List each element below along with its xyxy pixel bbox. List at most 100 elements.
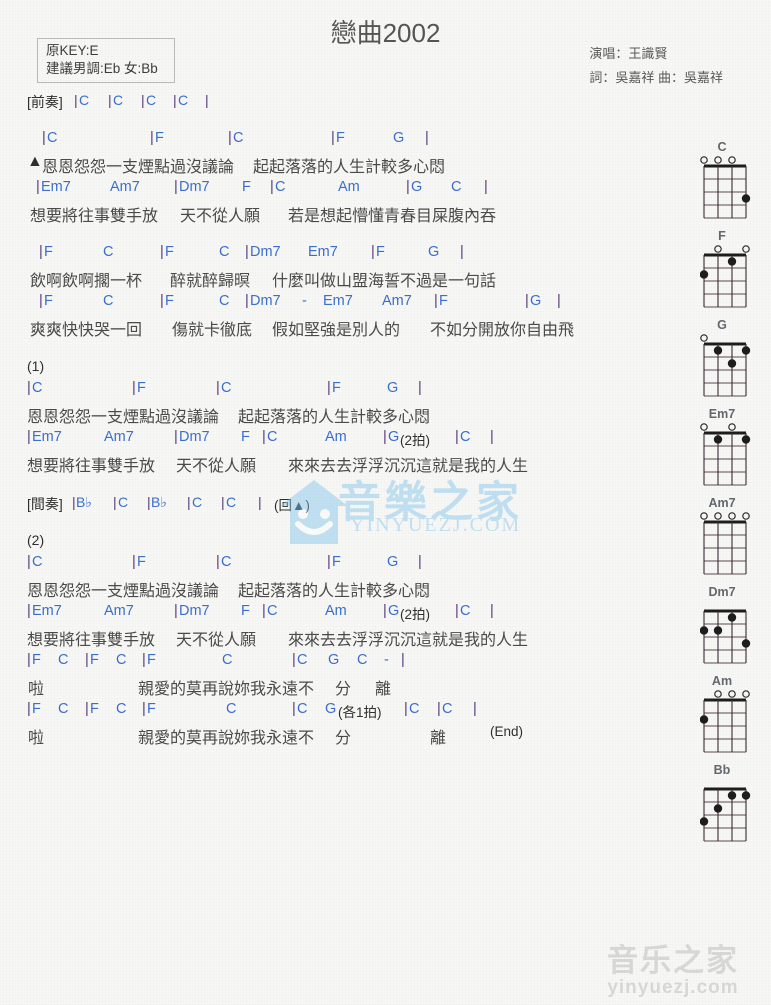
chord-symbol: F: [336, 130, 345, 146]
lyric-text: 來來去去浮浮沉沉這就是我的人生: [288, 458, 529, 475]
chord-line: | F C | F C | Dm7- Em7 Am7 | F | G |: [0, 293, 690, 316]
chord-symbol: C: [297, 701, 308, 717]
lyric-text: 想要將往事雙手放: [27, 632, 156, 649]
barline: |: [27, 603, 31, 619]
chord-symbol: F: [44, 244, 53, 260]
barline: |: [174, 429, 178, 445]
lyric-text: 若是想起懵懂青春目屎腹內吞: [288, 208, 497, 225]
barline: |: [132, 554, 136, 570]
chord-symbol: C: [275, 179, 286, 195]
chord-diagram: Em7: [687, 407, 757, 496]
barline: |: [406, 179, 410, 195]
lyric-text: 起起落落的人生計較多心悶: [253, 159, 446, 176]
barline: |: [245, 293, 249, 309]
beat-note: (2拍): [400, 433, 430, 448]
section-label: (1): [27, 358, 45, 374]
fretboard-graphic: [700, 609, 751, 664]
line-spacer: [0, 114, 690, 130]
chord-diagram-name: Am: [711, 674, 733, 688]
lyric-line: 想要將往事雙手放 天不從人願 來來去去浮浮沉沉這就是我的人生: [0, 626, 690, 652]
chord-symbol: C: [409, 701, 420, 717]
chord-symbol: C: [58, 652, 69, 668]
chord-symbol: C: [113, 92, 124, 108]
chord-symbol: C: [118, 494, 129, 510]
lyric-line: 恩恩怨怨一支煙點過沒議論 起起落落的人生計較多心悶: [0, 577, 690, 603]
barline: |: [187, 494, 191, 510]
chord-symbol: C: [32, 380, 43, 396]
lyric-text: 想要將往事雙手放: [27, 458, 156, 475]
lyric-text: 離: [375, 681, 392, 698]
lyric-line: 恩恩怨怨一支煙點過沒議論 起起落落的人生計較多心悶: [0, 403, 690, 429]
lyric-line: ▲ 恩恩怨怨一支煙點過沒議論 起起落落的人生計較多心悶: [0, 153, 690, 179]
chord-symbol: F: [137, 380, 146, 396]
chord-symbol: Am7: [104, 603, 134, 619]
lyric-line: 想要將往事雙手放 天不從人願 來來去去浮浮沉沉這就是我的人生: [0, 452, 690, 478]
chord-symbol: G: [411, 179, 423, 195]
chord-symbol: Dm7: [179, 179, 210, 195]
chord-symbol: Am: [325, 603, 347, 619]
chord-symbol: C: [178, 92, 189, 108]
section-label: [前奏]: [27, 94, 63, 110]
barline: |: [85, 652, 89, 668]
barline: |: [228, 130, 232, 146]
barline: |: [205, 92, 209, 108]
repeat-marker-icon: ▲: [27, 153, 43, 170]
barline: |: [455, 429, 459, 445]
chord-symbol: C: [116, 652, 127, 668]
fretboard-graphic: [700, 787, 751, 842]
singer-credit: 演唱：王識賢: [589, 46, 668, 61]
lyric-text: 分: [335, 681, 352, 698]
barline: |: [160, 293, 164, 309]
barline: |: [327, 554, 331, 570]
barline: |: [331, 130, 335, 146]
chord-diagram-name: C: [717, 140, 727, 154]
barline: |: [401, 652, 405, 668]
barline: |: [434, 293, 438, 309]
chord-line: | Em7 Am7 | Dm7 F | C Am | G C |: [0, 179, 690, 202]
barline: |: [27, 652, 31, 668]
chord-line: | F C | F C | Dm7 Em7 | F G |: [0, 244, 690, 267]
chord-diagram-name: Am7: [708, 496, 736, 510]
chord-symbol: Em7: [32, 603, 62, 619]
barline: |: [27, 554, 31, 570]
barline: |: [132, 380, 136, 396]
lyric-text: 天不從人願: [176, 458, 257, 475]
beat-note: (各1拍): [338, 705, 382, 720]
chord-symbol: C: [221, 554, 232, 570]
chord-symbol: C: [58, 701, 69, 717]
beat-note: (End): [490, 724, 524, 739]
chord-diagram-name: Em7: [708, 407, 736, 421]
chord-symbol: G: [530, 293, 542, 309]
chord-symbol: C: [222, 652, 233, 668]
chord-symbol: C: [146, 92, 157, 108]
barline: |: [142, 701, 146, 717]
chord-symbol: Em7: [32, 429, 62, 445]
chord-diagram: Dm7: [687, 585, 757, 674]
barline: |: [292, 701, 296, 717]
chord-symbol: F: [147, 652, 156, 668]
chord-symbol: C: [32, 554, 43, 570]
chord-symbol: G: [387, 554, 399, 570]
chord-symbol: C: [226, 494, 237, 510]
chord-symbol: Dm7: [250, 293, 281, 309]
credits-block: 演唱：王識賢 詞：吳嘉祥 曲：吳嘉祥: [589, 42, 723, 90]
fretboard-graphic: [700, 512, 750, 575]
lyric-line: 爽爽快快哭一回 傷就卡徹底 假如堅強是別人的 不如分開放你自由飛: [0, 316, 690, 342]
chord-symbol: G: [388, 603, 400, 619]
chord-symbol: Am: [338, 179, 360, 195]
suggested-key: 建議男調:Eb 女:Bb: [46, 61, 158, 76]
chord-symbol: F: [44, 293, 53, 309]
chord-symbol: G: [428, 244, 440, 260]
chord-dash: -: [302, 293, 307, 309]
lyric-text: 起起落落的人生計較多心悶: [238, 583, 431, 600]
chord-symbol: C: [233, 130, 244, 146]
barline: |: [292, 652, 296, 668]
chord-symbol: F: [90, 652, 99, 668]
beat-note: (回▲): [274, 498, 310, 513]
fretboard-graphic: [700, 245, 750, 308]
chord-symbol: F: [241, 603, 250, 619]
barline: |: [437, 701, 441, 717]
barline: |: [174, 179, 178, 195]
key-info-box: 原KEY:E 建議男調:Eb 女:Bb: [37, 38, 175, 83]
chord-symbol: Dm7: [179, 429, 210, 445]
